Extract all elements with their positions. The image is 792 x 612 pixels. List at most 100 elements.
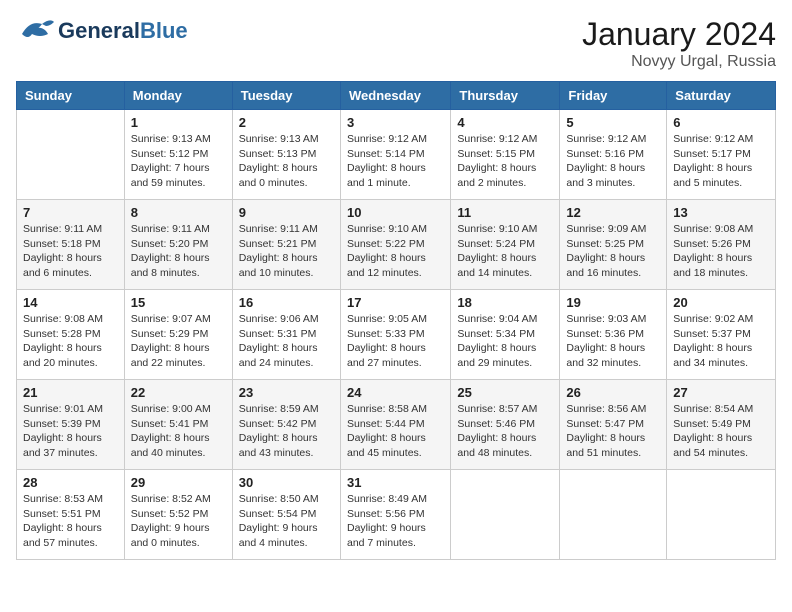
day-info: Sunrise: 9:06 AM Sunset: 5:31 PM Dayligh… — [239, 312, 334, 371]
day-info: Sunrise: 9:00 AM Sunset: 5:41 PM Dayligh… — [131, 402, 226, 461]
day-number: 7 — [23, 205, 118, 220]
calendar-cell: 9Sunrise: 9:11 AM Sunset: 5:21 PM Daylig… — [232, 200, 340, 290]
day-number: 23 — [239, 385, 334, 400]
day-info: Sunrise: 8:57 AM Sunset: 5:46 PM Dayligh… — [457, 402, 553, 461]
day-info: Sunrise: 9:10 AM Sunset: 5:24 PM Dayligh… — [457, 222, 553, 281]
day-number: 13 — [673, 205, 769, 220]
day-info: Sunrise: 9:13 AM Sunset: 5:13 PM Dayligh… — [239, 132, 334, 191]
calendar-cell: 11 Sunrise: 9:10 AM Sunset: 5:24 PM Dayli… — [451, 200, 560, 290]
calendar-cell — [667, 470, 776, 560]
calendar-cell: 8 Sunrise: 9:11 AM Sunset: 5:20 PM Daylig… — [124, 200, 232, 290]
calendar-cell: 20Sunrise: 9:02 AM Sunset: 5:37 PM Dayli… — [667, 290, 776, 380]
day-number: 12 — [566, 205, 660, 220]
day-number: 31 — [347, 475, 444, 490]
day-number: 21 — [23, 385, 118, 400]
day-info: Sunrise: 9:12 AM Sunset: 5:14 PM Dayligh… — [347, 132, 444, 191]
calendar-cell: 1 Sunrise: 9:13 AM Sunset: 5:12 PM Daylig… — [124, 110, 232, 200]
calendar-cell: 25 Sunrise: 8:57 AM Sunset: 5:46 PM Dayli… — [451, 380, 560, 470]
day-info: Sunrise: 9:12 AM Sunset: 5:16 PM Dayligh… — [566, 132, 660, 191]
day-number: 27 — [673, 385, 769, 400]
day-number: 22 — [131, 385, 226, 400]
calendar-cell — [560, 470, 667, 560]
day-number: 8 — [131, 205, 226, 220]
day-info: Sunrise: 9:07 AM Sunset: 5:29 PM Dayligh… — [131, 312, 226, 371]
calendar-cell: 14 Sunrise: 9:08 AM Sunset: 5:28 PM Dayli… — [17, 290, 125, 380]
day-number: 3 — [347, 115, 444, 130]
weekday-header-row: SundayMondayTuesdayWednesdayThursdayFrid… — [17, 82, 776, 110]
day-number: 2 — [239, 115, 334, 130]
calendar-cell: 24Sunrise: 8:58 AM Sunset: 5:44 PM Dayli… — [340, 380, 450, 470]
day-info: Sunrise: 9:01 AM Sunset: 5:39 PM Dayligh… — [23, 402, 118, 461]
day-number: 17 — [347, 295, 444, 310]
location-title: Novyy Urgal, Russia — [582, 53, 776, 71]
weekday-header-sunday: Sunday — [17, 82, 125, 110]
logo-general: General — [58, 18, 140, 43]
calendar-cell: 2 Sunrise: 9:13 AM Sunset: 5:13 PM Daylig… — [232, 110, 340, 200]
day-number: 10 — [347, 205, 444, 220]
logo-blue: Blue — [140, 18, 188, 43]
day-info: Sunrise: 9:13 AM Sunset: 5:12 PM Dayligh… — [131, 132, 226, 191]
week-row-2: 7 Sunrise: 9:11 AM Sunset: 5:18 PM Daylig… — [17, 200, 776, 290]
day-number: 18 — [457, 295, 553, 310]
day-number: 14 — [23, 295, 118, 310]
day-number: 6 — [673, 115, 769, 130]
day-info: Sunrise: 9:12 AM Sunset: 5:17 PM Dayligh… — [673, 132, 769, 191]
page-header: GeneralBlue January 2024 Novyy Urgal, Ru… — [16, 16, 776, 71]
day-info: Sunrise: 9:11 AM Sunset: 5:18 PM Dayligh… — [23, 222, 118, 281]
week-row-5: 28 Sunrise: 8:53 AM Sunset: 5:51 PM Dayli… — [17, 470, 776, 560]
day-number: 15 — [131, 295, 226, 310]
day-number: 1 — [131, 115, 226, 130]
calendar-table: SundayMondayTuesdayWednesdayThursdayFrid… — [16, 81, 776, 560]
day-number: 11 — [457, 205, 553, 220]
day-number: 28 — [23, 475, 118, 490]
day-info: Sunrise: 9:11 AM Sunset: 5:20 PM Dayligh… — [131, 222, 226, 281]
day-info: Sunrise: 9:03 AM Sunset: 5:36 PM Dayligh… — [566, 312, 660, 371]
day-number: 26 — [566, 385, 660, 400]
calendar-cell: 26 Sunrise: 8:56 AM Sunset: 5:47 PM Dayli… — [560, 380, 667, 470]
day-number: 19 — [566, 295, 660, 310]
weekday-header-tuesday: Tuesday — [232, 82, 340, 110]
day-info: Sunrise: 9:05 AM Sunset: 5:33 PM Dayligh… — [347, 312, 444, 371]
week-row-3: 14 Sunrise: 9:08 AM Sunset: 5:28 PM Dayli… — [17, 290, 776, 380]
day-info: Sunrise: 9:10 AM Sunset: 5:22 PM Dayligh… — [347, 222, 444, 281]
weekday-header-thursday: Thursday — [451, 82, 560, 110]
day-number: 16 — [239, 295, 334, 310]
calendar-cell: 18Sunrise: 9:04 AM Sunset: 5:34 PM Dayli… — [451, 290, 560, 380]
weekday-header-monday: Monday — [124, 82, 232, 110]
day-info: Sunrise: 8:54 AM Sunset: 5:49 PM Dayligh… — [673, 402, 769, 461]
day-number: 20 — [673, 295, 769, 310]
day-info: Sunrise: 8:50 AM Sunset: 5:54 PM Dayligh… — [239, 492, 334, 551]
day-number: 5 — [566, 115, 660, 130]
week-row-1: 1 Sunrise: 9:13 AM Sunset: 5:12 PM Daylig… — [17, 110, 776, 200]
day-info: Sunrise: 8:53 AM Sunset: 5:51 PM Dayligh… — [23, 492, 118, 551]
weekday-header-wednesday: Wednesday — [340, 82, 450, 110]
day-info: Sunrise: 9:08 AM Sunset: 5:26 PM Dayligh… — [673, 222, 769, 281]
calendar-cell: 30Sunrise: 8:50 AM Sunset: 5:54 PM Dayli… — [232, 470, 340, 560]
title-block: January 2024 Novyy Urgal, Russia — [582, 16, 776, 71]
day-number: 24 — [347, 385, 444, 400]
day-number: 9 — [239, 205, 334, 220]
day-number: 25 — [457, 385, 553, 400]
calendar-cell: 31 Sunrise: 8:49 AM Sunset: 5:56 PM Dayli… — [340, 470, 450, 560]
week-row-4: 21 Sunrise: 9:01 AM Sunset: 5:39 PM Dayli… — [17, 380, 776, 470]
calendar-cell: 28 Sunrise: 8:53 AM Sunset: 5:51 PM Dayli… — [17, 470, 125, 560]
calendar-cell: 7 Sunrise: 9:11 AM Sunset: 5:18 PM Daylig… — [17, 200, 125, 290]
weekday-header-friday: Friday — [560, 82, 667, 110]
day-info: Sunrise: 9:08 AM Sunset: 5:28 PM Dayligh… — [23, 312, 118, 371]
calendar-cell: 4Sunrise: 9:12 AM Sunset: 5:15 PM Daylig… — [451, 110, 560, 200]
day-info: Sunrise: 8:52 AM Sunset: 5:52 PM Dayligh… — [131, 492, 226, 551]
calendar-cell: 13 Sunrise: 9:08 AM Sunset: 5:26 PM Dayli… — [667, 200, 776, 290]
calendar-cell: 22 Sunrise: 9:00 AM Sunset: 5:41 PM Dayli… — [124, 380, 232, 470]
calendar-cell: 3 Sunrise: 9:12 AM Sunset: 5:14 PM Daylig… — [340, 110, 450, 200]
day-info: Sunrise: 8:56 AM Sunset: 5:47 PM Dayligh… — [566, 402, 660, 461]
day-number: 29 — [131, 475, 226, 490]
calendar-cell: 29 Sunrise: 8:52 AM Sunset: 5:52 PM Dayli… — [124, 470, 232, 560]
day-info: Sunrise: 8:49 AM Sunset: 5:56 PM Dayligh… — [347, 492, 444, 551]
day-info: Sunrise: 8:59 AM Sunset: 5:42 PM Dayligh… — [239, 402, 334, 461]
calendar-cell: 16 Sunrise: 9:06 AM Sunset: 5:31 PM Dayli… — [232, 290, 340, 380]
calendar-cell — [451, 470, 560, 560]
calendar-cell — [17, 110, 125, 200]
day-info: Sunrise: 9:12 AM Sunset: 5:15 PM Dayligh… — [457, 132, 553, 191]
calendar-cell: 6 Sunrise: 9:12 AM Sunset: 5:17 PM Daylig… — [667, 110, 776, 200]
day-info: Sunrise: 9:09 AM Sunset: 5:25 PM Dayligh… — [566, 222, 660, 281]
